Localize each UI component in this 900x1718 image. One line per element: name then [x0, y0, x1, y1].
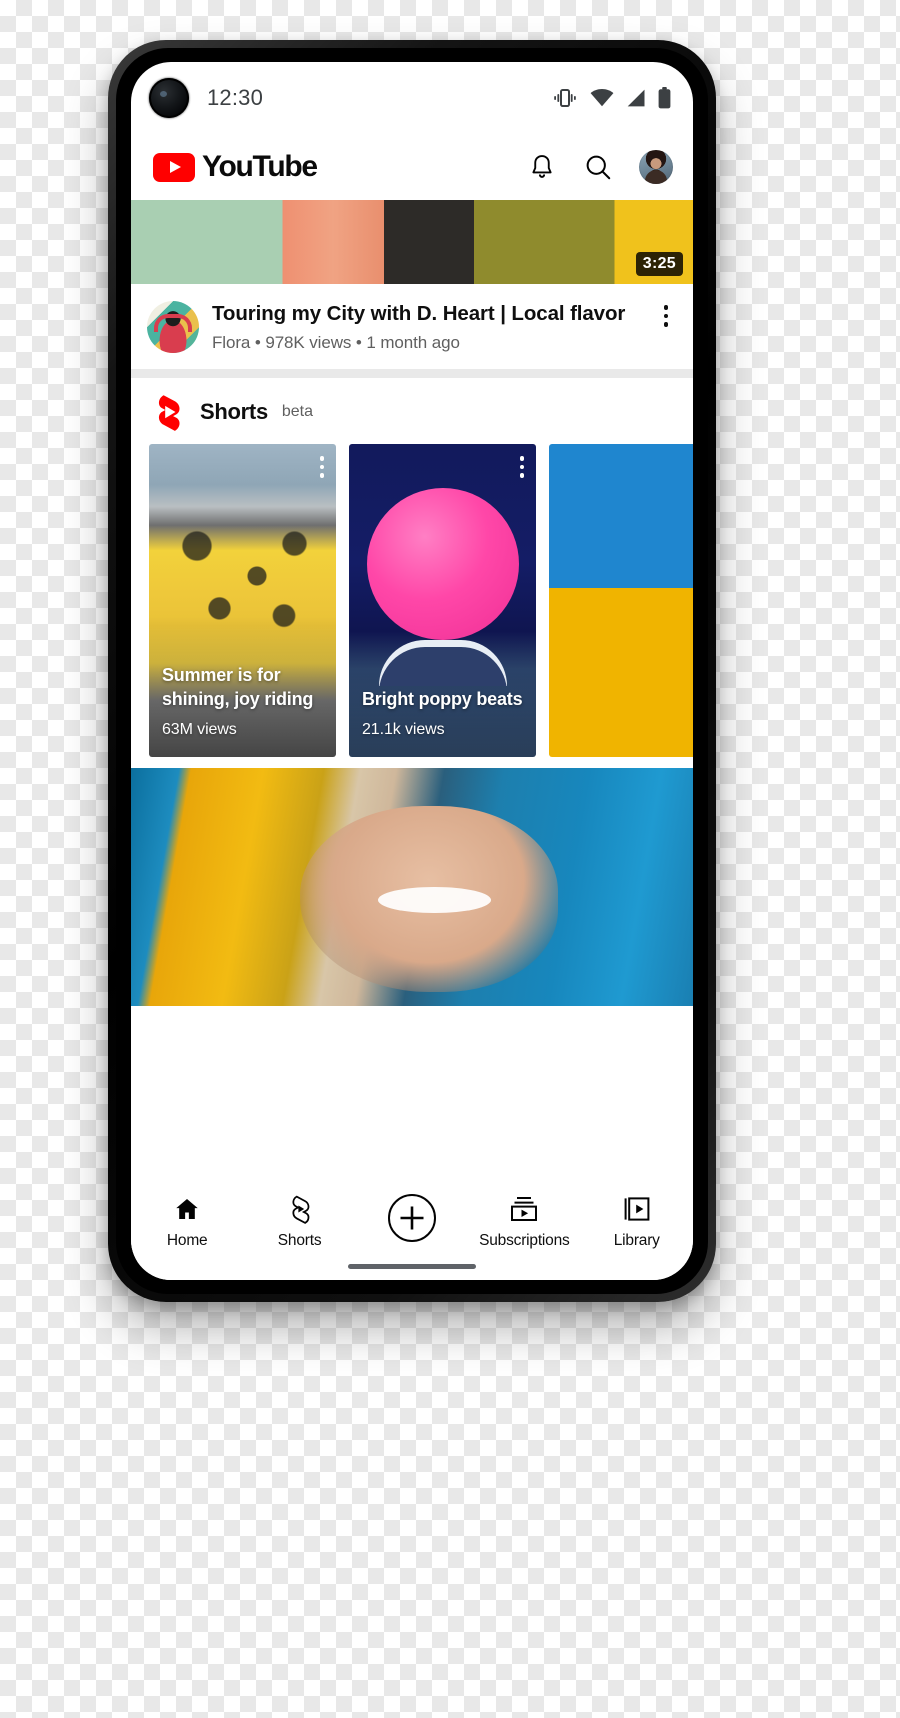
account-avatar[interactable]: [639, 150, 673, 184]
video-upload-age: 1 month ago: [366, 333, 460, 353]
nav-item-create[interactable]: [357, 1193, 467, 1250]
video-view-count: 978K views: [265, 333, 352, 353]
android-home-indicator[interactable]: [348, 1264, 476, 1269]
shorts-card-views: 63M views: [162, 721, 237, 739]
battery-icon: [658, 87, 671, 109]
shorts-shelf-title: Shorts: [200, 399, 268, 425]
phone-bezel: 12:30 YouTube 3:25 Touring my City with …: [116, 48, 708, 1294]
youtube-wordmark: YouTube: [202, 150, 318, 183]
cellular-signal-icon: [626, 89, 646, 107]
shorts-logo-icon: [149, 392, 187, 432]
shorts-shelf: Shorts beta Summer is for shining, joy r…: [131, 378, 693, 769]
nav-item-library[interactable]: Library: [582, 1193, 692, 1250]
video-text-block: Touring my City with D. Heart | Local fl…: [212, 301, 642, 353]
wifi-icon: [590, 89, 614, 107]
shorts-card[interactable]: Summer is for shining, joy riding 63M vi…: [149, 444, 336, 758]
shorts-more-options-icon[interactable]: [519, 456, 524, 478]
notifications-bell-icon[interactable]: [527, 152, 557, 182]
section-divider: [131, 369, 693, 379]
shorts-card-caption: Summer is for shining, joy riding: [162, 665, 314, 709]
shorts-shelf-header: Shorts beta: [131, 392, 693, 444]
shorts-icon: [286, 1193, 314, 1225]
video-duration-badge: 3:25: [635, 252, 683, 276]
nav-label-shorts: Shorts: [277, 1232, 322, 1249]
shorts-card-views: 21.1k views: [362, 721, 445, 739]
nav-item-home[interactable]: Home: [132, 1193, 242, 1250]
shorts-card[interactable]: [549, 444, 693, 758]
shorts-card-row[interactable]: Summer is for shining, joy riding 63M vi…: [131, 444, 693, 758]
home-icon: [173, 1193, 201, 1225]
video-card-meta: Touring my City with D. Heart | Local fl…: [131, 284, 693, 369]
video-subtitle: Flora • 978K views • 1 month ago: [212, 333, 642, 353]
vibrate-icon: [552, 88, 578, 108]
meta-separator-2: •: [355, 333, 362, 353]
create-plus-icon: [387, 1193, 437, 1243]
status-bar-clock: 12:30: [207, 85, 264, 110]
video-more-options-icon[interactable]: [655, 301, 677, 353]
youtube-app-header: YouTube: [131, 134, 693, 200]
subscriptions-icon: [509, 1193, 539, 1225]
phone-screen: 12:30 YouTube 3:25 Touring my City with …: [131, 62, 693, 1280]
status-bar-icons: [552, 87, 671, 109]
shorts-more-options-icon[interactable]: [319, 456, 324, 478]
shorts-card-caption: Bright poppy beats: [362, 688, 523, 709]
channel-avatar[interactable]: [147, 301, 199, 353]
library-icon: [623, 1193, 651, 1225]
nav-item-shorts[interactable]: Shorts: [245, 1193, 355, 1250]
meta-separator-1: •: [254, 333, 261, 353]
video-title[interactable]: Touring my City with D. Heart | Local fl…: [212, 301, 642, 327]
nav-item-subscriptions[interactable]: Subscriptions: [469, 1193, 579, 1250]
video-feed: 3:25 Touring my City with D. Heart | Loc…: [131, 200, 693, 1007]
status-bar: 12:30: [131, 62, 693, 134]
nav-label-library: Library: [613, 1232, 660, 1249]
shorts-card[interactable]: Bright poppy beats 21.1k views: [349, 444, 536, 758]
shorts-shelf-bottom-gap: [131, 757, 693, 769]
youtube-logo[interactable]: YouTube: [153, 150, 318, 184]
next-video-thumbnail[interactable]: [131, 768, 693, 1007]
phone-device-frame: 12:30 YouTube 3:25 Touring my City with …: [108, 40, 716, 1302]
youtube-play-icon: [153, 152, 195, 182]
header-actions: [527, 150, 673, 184]
front-camera-punch-hole: [149, 78, 189, 118]
shorts-beta-badge: beta: [281, 403, 314, 421]
video-thumbnail[interactable]: 3:25: [131, 200, 693, 284]
search-icon[interactable]: [583, 152, 613, 182]
nav-label-subscriptions: Subscriptions: [479, 1232, 570, 1249]
nav-label-home: Home: [166, 1232, 208, 1249]
video-channel-name: Flora: [212, 333, 251, 353]
bottom-navigation-bar: Home Shorts Subscriptions Library: [131, 1180, 693, 1280]
